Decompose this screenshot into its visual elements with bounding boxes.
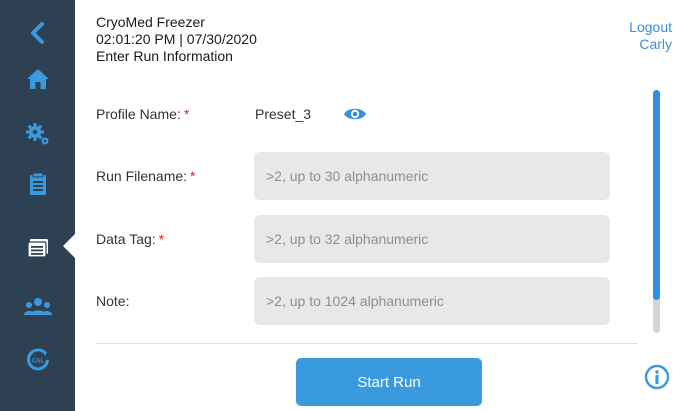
users-icon bbox=[23, 298, 52, 315]
required-marker: * bbox=[190, 168, 196, 184]
note-label: Note: bbox=[96, 293, 130, 309]
sidebar: CAL bbox=[0, 0, 75, 411]
scrollbar-track[interactable] bbox=[653, 90, 660, 333]
info-button[interactable] bbox=[644, 364, 670, 395]
run-filename-input[interactable] bbox=[254, 152, 610, 200]
calibration-icon: CAL bbox=[26, 348, 49, 371]
divider bbox=[96, 343, 638, 344]
sidebar-item-users[interactable] bbox=[0, 281, 75, 333]
page-title: Enter Run Information bbox=[96, 48, 233, 64]
back-button[interactable] bbox=[0, 7, 75, 59]
run-list-icon bbox=[26, 239, 48, 258]
required-marker: * bbox=[158, 231, 165, 247]
profile-name-value: Preset_3 bbox=[255, 106, 312, 122]
gears-icon bbox=[25, 123, 48, 145]
logout-label: Logout bbox=[629, 19, 672, 35]
sidebar-item-settings[interactable] bbox=[0, 108, 75, 160]
sidebar-item-clipboard[interactable] bbox=[0, 158, 75, 210]
svg-text:CAL: CAL bbox=[31, 359, 44, 365]
data-tag-label: Data Tag: * bbox=[96, 231, 165, 247]
username: Carly bbox=[639, 36, 672, 52]
eye-icon bbox=[344, 108, 366, 120]
run-filename-label: Run Filename: * bbox=[96, 168, 196, 184]
scrollbar-thumb[interactable] bbox=[653, 90, 660, 300]
logout-link[interactable]: Logout Carly bbox=[629, 19, 672, 53]
home-icon bbox=[26, 69, 49, 89]
sidebar-item-home[interactable] bbox=[0, 53, 75, 105]
note-input[interactable] bbox=[254, 277, 610, 325]
info-icon bbox=[644, 364, 670, 390]
start-run-button[interactable]: Start Run bbox=[296, 358, 482, 406]
data-tag-input[interactable] bbox=[254, 215, 610, 263]
sidebar-item-calibration[interactable]: CAL bbox=[0, 334, 75, 386]
active-indicator bbox=[63, 234, 75, 258]
header: CryoMed Freezer 02:01:20 PM | 07/30/2020… bbox=[96, 14, 257, 65]
chevron-left-icon bbox=[30, 22, 44, 44]
app-title: CryoMed Freezer bbox=[96, 14, 205, 30]
profile-name-label: Profile Name: * bbox=[96, 106, 190, 122]
required-marker: * bbox=[183, 106, 190, 122]
view-profile-button[interactable] bbox=[343, 106, 367, 127]
clipboard-icon bbox=[29, 172, 46, 195]
datetime: 02:01:20 PM | 07/30/2020 bbox=[96, 31, 257, 47]
